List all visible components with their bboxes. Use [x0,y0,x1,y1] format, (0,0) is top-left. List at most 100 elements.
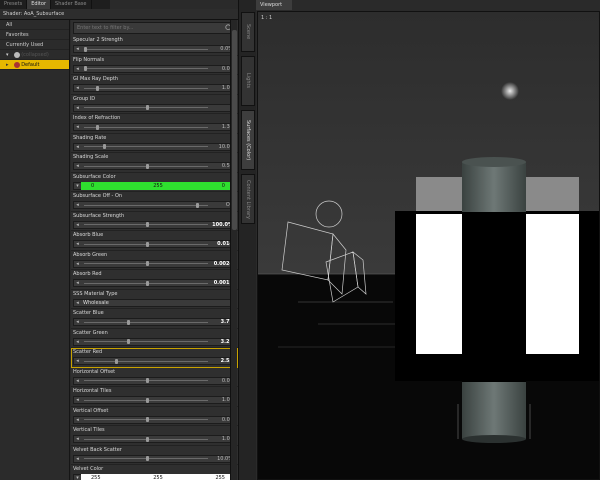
viewport[interactable]: 1 : 1 [257,11,600,480]
slider-track[interactable] [84,378,208,383]
slider-knob[interactable] [102,144,106,149]
slider-track[interactable] [84,46,208,52]
slider-track[interactable] [84,105,208,110]
slider-track[interactable] [84,222,208,227]
collapse-arrow-icon[interactable]: ▾ [6,50,12,60]
slider-knob[interactable] [96,124,100,130]
expand-arrow-icon[interactable]: ◂ [74,124,81,130]
property-horizontal-offset[interactable]: Horizontal Offset ◂ 0.00 [71,368,238,387]
slider-knob[interactable] [127,319,131,325]
property-gi-max-ray-depth[interactable]: GI Max Ray Depth ◂ 1.00 [71,75,238,95]
slider-knob[interactable] [84,66,87,71]
slider-track[interactable] [84,397,208,403]
slider-track[interactable] [84,436,208,442]
expand-arrow-icon[interactable]: ◂ [74,46,81,52]
expand-arrow-icon[interactable]: ◂ [74,300,81,306]
property-absorb-blue[interactable]: Absorb Blue ◂ 0.014 [71,231,238,251]
property-control[interactable]: ◂1 [73,103,236,112]
property-absorb-red[interactable]: Absorb Red ◂ 0.0011 [71,270,238,290]
tree-item-currently-used[interactable]: Currently Used [0,40,69,50]
slider-knob[interactable] [146,222,149,227]
slider-track[interactable] [84,261,208,266]
slider-track[interactable] [84,417,208,422]
expand-arrow-icon[interactable]: ◂ [74,417,81,423]
slider-track[interactable] [84,241,208,247]
property-control[interactable]: ◂ 3.77 [73,318,236,326]
property-control[interactable]: ◂On [73,201,236,209]
property-control[interactable]: ▾ 0 255 0 [73,181,236,190]
scroll-thumb[interactable] [232,30,237,230]
side-tab-lights[interactable]: Lights [241,56,255,106]
side-tab-scene[interactable]: Scene [241,12,255,52]
slider-track[interactable] [84,163,208,169]
property-vertical-offset[interactable]: Vertical Offset ◂ 0.00 [71,407,238,426]
property-absorb-green[interactable]: Absorb Green ◂ 0.0024 [71,251,238,270]
color-swatch[interactable]: 0 255 0 [81,181,235,190]
slider-knob[interactable] [115,358,118,364]
viewport-tab[interactable]: Viewport [256,0,292,10]
expand-arrow-icon[interactable]: ◂ [74,339,81,345]
property-control[interactable]: ◂ 1.00 [73,84,236,92]
property-shading-rate[interactable]: Shading Rate ◂ 10.00 [71,134,238,153]
slider-knob[interactable] [146,163,149,169]
property-control[interactable]: ◂ 0.0% [73,45,236,53]
property-scatter-blue[interactable]: Scatter Blue ◂ 3.77 [71,309,238,329]
slider-knob[interactable] [146,280,149,286]
slider-knob[interactable] [146,456,149,461]
slider-knob[interactable] [146,397,149,403]
property-sss-material-type[interactable]: SSS Material Type◂Wholesale▾ [71,290,238,309]
expand-arrow-icon[interactable]: ◂ [74,241,81,247]
expand-arrow-icon[interactable]: ◂ [74,319,81,325]
expand-arrow-icon[interactable]: ◂ [74,280,81,286]
tab-shader-base[interactable]: Shader Base [51,0,92,9]
expand-arrow-icon[interactable]: ◂ [74,163,81,169]
slider-knob[interactable] [127,339,131,344]
property-group-id[interactable]: Group ID◂1 [71,95,238,114]
expand-arrow-icon[interactable]: ◂ [74,222,81,228]
expand-arrow-icon[interactable]: ◂ [74,456,81,462]
slider-track[interactable] [84,319,208,325]
slider-knob[interactable] [146,241,149,247]
property-scrollbar[interactable] [230,20,237,480]
slider-knob[interactable] [146,378,149,383]
slider-knob[interactable] [195,202,199,208]
slider-track[interactable] [84,144,208,149]
slider-track[interactable] [84,358,208,364]
property-control[interactable]: ◂ 3.21 [73,337,236,346]
property-control[interactable]: ◂ 0.50 [73,162,236,170]
property-control[interactable]: ◂ 2.55 [73,357,236,365]
expand-arrow-icon[interactable]: ◂ [74,85,81,91]
property-scatter-green[interactable]: Scatter Green ◂ 3.21 [71,329,238,348]
tab-presets[interactable]: Presets [0,0,28,9]
property-control[interactable]: ◂ 10.00 [73,142,236,151]
side-tab-surfaces[interactable]: Surfaces (Color) [241,110,255,170]
property-control[interactable]: ◂ 0.00 [73,376,236,385]
tree-item-object[interactable]: ▾ (collapsed) [0,50,69,60]
property-vertical-tiles[interactable]: Vertical Tiles ◂ 1.00 [71,426,238,446]
slider-knob[interactable] [146,417,149,422]
slider-track[interactable] [84,85,208,91]
tree-item-default[interactable]: ▸ Default [0,60,69,70]
slider-track[interactable] [84,202,208,208]
slider-track[interactable] [84,339,208,344]
expand-arrow-icon[interactable]: ◂ [74,261,81,267]
property-control[interactable]: ◂ 1.00 [73,396,236,404]
property-specular-2-strength[interactable]: Specular 2 Strength ◂ 0.0% [71,36,238,56]
property-index-of-refraction[interactable]: Index of Refraction ◂ 1.30 [71,114,238,134]
property-control[interactable]: ◂ 100.0% [73,220,236,229]
slider-knob[interactable] [146,436,149,442]
property-shading-scale[interactable]: Shading Scale ◂ 0.50 [71,153,238,173]
filter-input[interactable]: Enter text to filter by... [73,22,236,34]
property-control[interactable]: ◂ 0.00 [73,415,236,424]
property-velvet-back-scatter[interactable]: Velvet Back Scatter ◂ 10.0% [71,446,238,465]
property-control[interactable]: ◂ 0.00 [73,64,236,73]
expand-arrow-icon[interactable]: ◂ [74,358,81,364]
expand-arrow-icon[interactable]: ▾ [74,475,81,480]
property-subsurface-off-on[interactable]: Subsurface Off - On ◂On [71,192,238,212]
expand-arrow-icon[interactable]: ◂ [74,66,81,72]
property-scatter-red[interactable]: Scatter Red ◂ 2.55 [71,348,238,368]
property-horizontal-tiles[interactable]: Horizontal Tiles ◂ 1.00 [71,387,238,407]
property-control[interactable]: ◂ 1.00 [73,435,236,443]
slider-track[interactable] [84,280,208,286]
property-control[interactable]: ▾ 255 255 255 [73,474,236,480]
